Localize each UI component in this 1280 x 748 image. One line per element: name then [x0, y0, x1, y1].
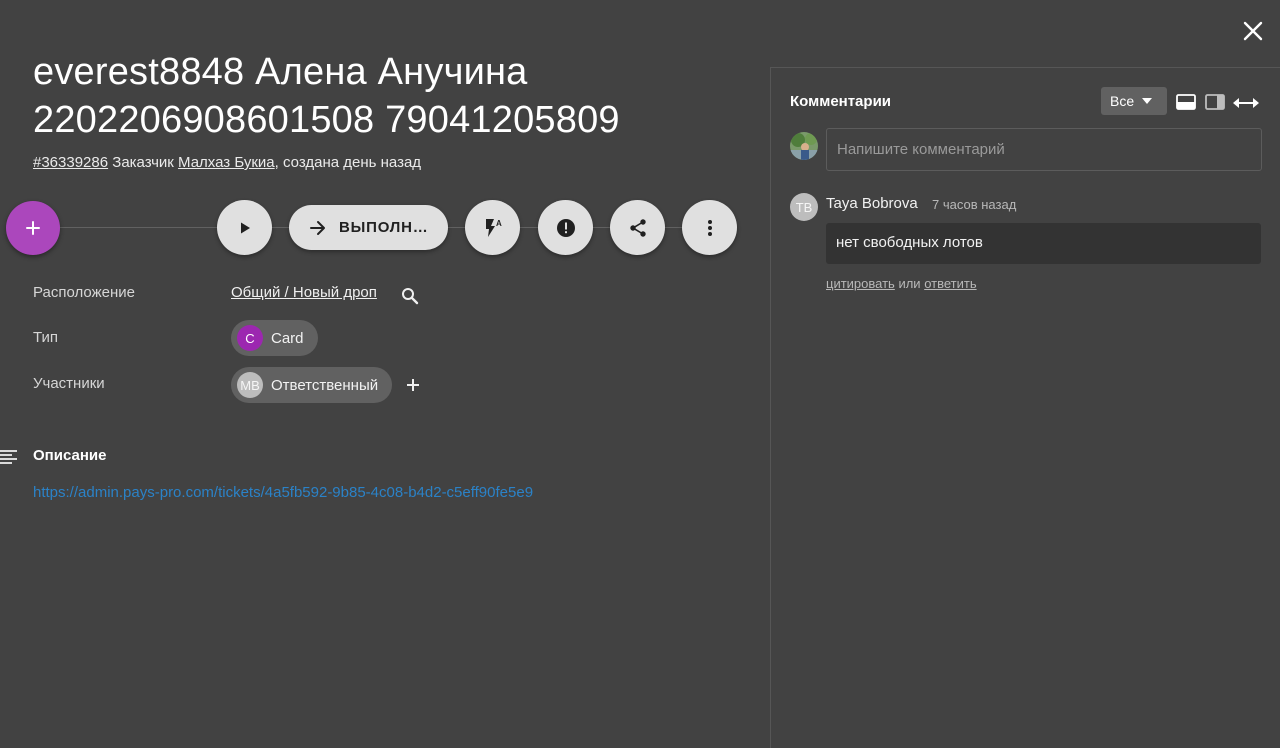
customer-prefix: Заказчик	[112, 154, 174, 171]
comments-panel: Комментарии Все Напишите комментарий TB …	[770, 67, 1280, 748]
share-button[interactable]	[610, 200, 665, 255]
share-icon	[629, 218, 646, 237]
comment-time: 7 часов назад	[932, 197, 1017, 212]
participant-avatar: MB	[237, 372, 263, 398]
comments-filter-select[interactable]: Все	[1101, 87, 1167, 115]
priority-button[interactable]	[538, 200, 593, 255]
svg-text:A: A	[496, 219, 502, 228]
type-label: Тип	[33, 329, 59, 346]
add-icon	[407, 379, 419, 391]
participants-label: Участники	[33, 375, 105, 392]
customer-name-link[interactable]: Малхаз Букиа	[178, 154, 275, 171]
add-participant-button[interactable]	[405, 377, 421, 398]
location-label: Расположение	[33, 284, 135, 301]
comment-author-avatar: TB	[790, 193, 818, 221]
description-lines-icon	[0, 450, 17, 464]
comments-filter-value: Все	[1110, 93, 1135, 109]
ticket-title[interactable]: everest8848 Алена Анучина 22022069086015…	[33, 48, 753, 144]
automation-button[interactable]: A	[465, 200, 520, 255]
participant-role: Ответственный	[271, 376, 379, 394]
add-fab-button[interactable]	[6, 201, 60, 255]
caret-down-icon	[1142, 98, 1153, 104]
comment-actions: цитировать или ответить	[826, 276, 977, 291]
flash-auto-icon: A	[485, 218, 502, 237]
plus-icon	[26, 221, 40, 235]
description-link[interactable]: https://admin.pays-pro.com/tickets/4a5fb…	[33, 484, 533, 501]
close-icon	[1243, 21, 1263, 41]
panel-bottom-icon	[1176, 94, 1196, 110]
location-search-button[interactable]	[401, 287, 419, 310]
layout-right-button[interactable]	[1205, 94, 1225, 115]
alert-circle-icon	[556, 218, 575, 237]
participant-chip[interactable]: MB Ответственный	[231, 367, 393, 403]
panel-right-icon	[1205, 94, 1225, 110]
comment-author: Taya Bobrova	[826, 195, 918, 212]
type-value: Card	[271, 329, 304, 347]
location-link[interactable]: Общий / Новый дроп	[231, 284, 377, 301]
type-chip[interactable]: C Card	[231, 320, 318, 356]
ticket-meta: #36339286 Заказчик Малхаз Букиа, создана…	[33, 154, 421, 171]
comments-title: Комментарии	[790, 93, 892, 110]
more-button[interactable]	[682, 200, 737, 255]
arrow-right-icon	[310, 220, 325, 235]
search-icon	[402, 288, 419, 305]
layout-bottom-button[interactable]	[1176, 94, 1196, 115]
more-vert-icon	[707, 219, 712, 236]
start-button[interactable]	[217, 200, 272, 255]
description-title: Описание	[33, 447, 107, 464]
ticket-title-line-1: everest8848 Алена Анучина	[33, 51, 528, 93]
quote-link[interactable]: цитировать	[826, 276, 895, 291]
type-avatar: C	[237, 325, 263, 351]
expand-horizontal-icon	[1233, 98, 1259, 108]
reply-link[interactable]: ответить	[924, 276, 976, 291]
or-text: или	[898, 276, 921, 291]
current-user-avatar	[790, 132, 818, 160]
expand-panel-button[interactable]	[1233, 96, 1259, 114]
ticket-title-line-2: 2202206908601508 79041205809	[33, 99, 620, 141]
status-button-label: ВЫПОЛН…	[339, 219, 429, 236]
created-info: , создана день назад	[274, 154, 422, 171]
close-button[interactable]	[1239, 17, 1267, 45]
description-toggle[interactable]	[0, 449, 18, 470]
play-icon	[240, 222, 250, 233]
comment-input[interactable]	[826, 128, 1262, 171]
ticket-number-link[interactable]: #36339286	[33, 154, 108, 171]
comment-text: нет свободных лотов	[826, 223, 1261, 264]
status-button[interactable]: ВЫПОЛН…	[289, 205, 448, 250]
